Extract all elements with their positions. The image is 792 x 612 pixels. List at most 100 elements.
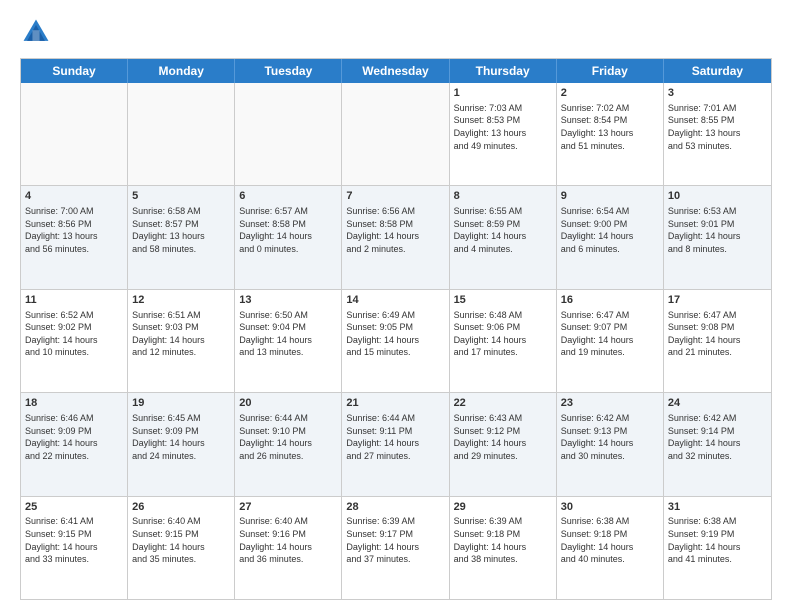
day-info: Sunrise: 6:57 AM Sunset: 8:58 PM Dayligh… (239, 205, 337, 255)
day-number: 29 (454, 500, 552, 515)
day-info: Sunrise: 6:41 AM Sunset: 9:15 PM Dayligh… (25, 515, 123, 565)
day-info: Sunrise: 6:40 AM Sunset: 9:15 PM Dayligh… (132, 515, 230, 565)
cal-cell (128, 83, 235, 185)
day-info: Sunrise: 6:52 AM Sunset: 9:02 PM Dayligh… (25, 309, 123, 359)
cal-cell: 10Sunrise: 6:53 AM Sunset: 9:01 PM Dayli… (664, 186, 771, 288)
cal-cell: 23Sunrise: 6:42 AM Sunset: 9:13 PM Dayli… (557, 393, 664, 495)
week-row-2: 4Sunrise: 7:00 AM Sunset: 8:56 PM Daylig… (21, 186, 771, 289)
day-info: Sunrise: 6:43 AM Sunset: 9:12 PM Dayligh… (454, 412, 552, 462)
cal-cell: 6Sunrise: 6:57 AM Sunset: 8:58 PM Daylig… (235, 186, 342, 288)
week-row-5: 25Sunrise: 6:41 AM Sunset: 9:15 PM Dayli… (21, 497, 771, 599)
cal-cell: 11Sunrise: 6:52 AM Sunset: 9:02 PM Dayli… (21, 290, 128, 392)
cal-cell: 2Sunrise: 7:02 AM Sunset: 8:54 PM Daylig… (557, 83, 664, 185)
day-number: 3 (668, 86, 767, 101)
cal-cell: 3Sunrise: 7:01 AM Sunset: 8:55 PM Daylig… (664, 83, 771, 185)
cal-cell: 26Sunrise: 6:40 AM Sunset: 9:15 PM Dayli… (128, 497, 235, 599)
day-info: Sunrise: 6:53 AM Sunset: 9:01 PM Dayligh… (668, 205, 767, 255)
cal-cell: 31Sunrise: 6:38 AM Sunset: 9:19 PM Dayli… (664, 497, 771, 599)
day-info: Sunrise: 6:44 AM Sunset: 9:10 PM Dayligh… (239, 412, 337, 462)
cal-cell: 18Sunrise: 6:46 AM Sunset: 9:09 PM Dayli… (21, 393, 128, 495)
day-info: Sunrise: 6:44 AM Sunset: 9:11 PM Dayligh… (346, 412, 444, 462)
cal-cell (342, 83, 449, 185)
day-info: Sunrise: 6:49 AM Sunset: 9:05 PM Dayligh… (346, 309, 444, 359)
day-info: Sunrise: 6:42 AM Sunset: 9:14 PM Dayligh… (668, 412, 767, 462)
cal-cell: 21Sunrise: 6:44 AM Sunset: 9:11 PM Dayli… (342, 393, 449, 495)
day-info: Sunrise: 6:50 AM Sunset: 9:04 PM Dayligh… (239, 309, 337, 359)
day-info: Sunrise: 7:01 AM Sunset: 8:55 PM Dayligh… (668, 102, 767, 152)
calendar-body: 1Sunrise: 7:03 AM Sunset: 8:53 PM Daylig… (21, 83, 771, 599)
logo (20, 16, 56, 48)
day-number: 14 (346, 293, 444, 308)
header-day-wednesday: Wednesday (342, 59, 449, 83)
day-number: 7 (346, 189, 444, 204)
cal-cell: 17Sunrise: 6:47 AM Sunset: 9:08 PM Dayli… (664, 290, 771, 392)
day-number: 28 (346, 500, 444, 515)
day-number: 5 (132, 189, 230, 204)
day-number: 2 (561, 86, 659, 101)
day-info: Sunrise: 6:47 AM Sunset: 9:08 PM Dayligh… (668, 309, 767, 359)
cal-cell: 29Sunrise: 6:39 AM Sunset: 9:18 PM Dayli… (450, 497, 557, 599)
day-info: Sunrise: 6:38 AM Sunset: 9:19 PM Dayligh… (668, 515, 767, 565)
day-number: 1 (454, 86, 552, 101)
day-number: 10 (668, 189, 767, 204)
calendar: SundayMondayTuesdayWednesdayThursdayFrid… (20, 58, 772, 600)
cal-cell: 15Sunrise: 6:48 AM Sunset: 9:06 PM Dayli… (450, 290, 557, 392)
cal-cell (21, 83, 128, 185)
cal-cell (235, 83, 342, 185)
cal-cell: 8Sunrise: 6:55 AM Sunset: 8:59 PM Daylig… (450, 186, 557, 288)
day-number: 21 (346, 396, 444, 411)
day-number: 20 (239, 396, 337, 411)
day-number: 22 (454, 396, 552, 411)
day-info: Sunrise: 6:39 AM Sunset: 9:18 PM Dayligh… (454, 515, 552, 565)
day-info: Sunrise: 6:42 AM Sunset: 9:13 PM Dayligh… (561, 412, 659, 462)
cal-cell: 14Sunrise: 6:49 AM Sunset: 9:05 PM Dayli… (342, 290, 449, 392)
week-row-4: 18Sunrise: 6:46 AM Sunset: 9:09 PM Dayli… (21, 393, 771, 496)
day-number: 25 (25, 500, 123, 515)
day-info: Sunrise: 7:00 AM Sunset: 8:56 PM Dayligh… (25, 205, 123, 255)
header-day-monday: Monday (128, 59, 235, 83)
day-number: 16 (561, 293, 659, 308)
day-info: Sunrise: 6:47 AM Sunset: 9:07 PM Dayligh… (561, 309, 659, 359)
cal-cell: 5Sunrise: 6:58 AM Sunset: 8:57 PM Daylig… (128, 186, 235, 288)
day-number: 12 (132, 293, 230, 308)
day-number: 8 (454, 189, 552, 204)
cal-cell: 9Sunrise: 6:54 AM Sunset: 9:00 PM Daylig… (557, 186, 664, 288)
calendar-header: SundayMondayTuesdayWednesdayThursdayFrid… (21, 59, 771, 83)
week-row-3: 11Sunrise: 6:52 AM Sunset: 9:02 PM Dayli… (21, 290, 771, 393)
week-row-1: 1Sunrise: 7:03 AM Sunset: 8:53 PM Daylig… (21, 83, 771, 186)
day-info: Sunrise: 6:58 AM Sunset: 8:57 PM Dayligh… (132, 205, 230, 255)
header-day-saturday: Saturday (664, 59, 771, 83)
day-info: Sunrise: 6:55 AM Sunset: 8:59 PM Dayligh… (454, 205, 552, 255)
cal-cell: 20Sunrise: 6:44 AM Sunset: 9:10 PM Dayli… (235, 393, 342, 495)
day-number: 27 (239, 500, 337, 515)
cal-cell: 12Sunrise: 6:51 AM Sunset: 9:03 PM Dayli… (128, 290, 235, 392)
day-info: Sunrise: 6:45 AM Sunset: 9:09 PM Dayligh… (132, 412, 230, 462)
day-number: 26 (132, 500, 230, 515)
cal-cell: 30Sunrise: 6:38 AM Sunset: 9:18 PM Dayli… (557, 497, 664, 599)
cal-cell: 28Sunrise: 6:39 AM Sunset: 9:17 PM Dayli… (342, 497, 449, 599)
logo-icon (20, 16, 52, 48)
day-info: Sunrise: 7:03 AM Sunset: 8:53 PM Dayligh… (454, 102, 552, 152)
cal-cell: 7Sunrise: 6:56 AM Sunset: 8:58 PM Daylig… (342, 186, 449, 288)
header-day-tuesday: Tuesday (235, 59, 342, 83)
day-number: 11 (25, 293, 123, 308)
day-info: Sunrise: 6:56 AM Sunset: 8:58 PM Dayligh… (346, 205, 444, 255)
day-info: Sunrise: 7:02 AM Sunset: 8:54 PM Dayligh… (561, 102, 659, 152)
page: SundayMondayTuesdayWednesdayThursdayFrid… (0, 0, 792, 612)
day-info: Sunrise: 6:46 AM Sunset: 9:09 PM Dayligh… (25, 412, 123, 462)
day-number: 24 (668, 396, 767, 411)
cal-cell: 25Sunrise: 6:41 AM Sunset: 9:15 PM Dayli… (21, 497, 128, 599)
cal-cell: 13Sunrise: 6:50 AM Sunset: 9:04 PM Dayli… (235, 290, 342, 392)
day-number: 19 (132, 396, 230, 411)
day-info: Sunrise: 6:51 AM Sunset: 9:03 PM Dayligh… (132, 309, 230, 359)
day-info: Sunrise: 6:48 AM Sunset: 9:06 PM Dayligh… (454, 309, 552, 359)
day-number: 9 (561, 189, 659, 204)
cal-cell: 19Sunrise: 6:45 AM Sunset: 9:09 PM Dayli… (128, 393, 235, 495)
cal-cell: 4Sunrise: 7:00 AM Sunset: 8:56 PM Daylig… (21, 186, 128, 288)
cal-cell: 22Sunrise: 6:43 AM Sunset: 9:12 PM Dayli… (450, 393, 557, 495)
header-day-sunday: Sunday (21, 59, 128, 83)
day-number: 18 (25, 396, 123, 411)
day-number: 31 (668, 500, 767, 515)
day-number: 6 (239, 189, 337, 204)
day-number: 15 (454, 293, 552, 308)
